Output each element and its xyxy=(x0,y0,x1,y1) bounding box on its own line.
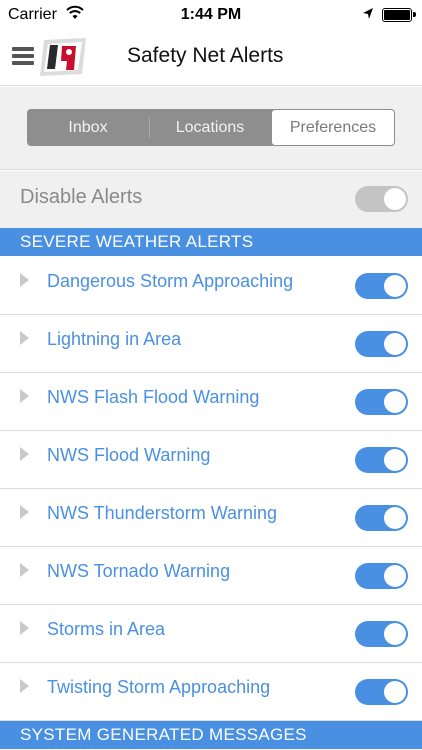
tab-inbox[interactable]: Inbox xyxy=(27,109,149,146)
status-bar: Carrier 1:44 PM xyxy=(0,0,422,30)
station-logo-icon: 19 xyxy=(38,36,86,76)
alert-toggle[interactable] xyxy=(355,563,408,589)
location-arrow-icon xyxy=(363,8,373,19)
tab-preferences[interactable]: Preferences xyxy=(271,109,395,146)
battery-icon xyxy=(382,8,416,22)
segmented-control-area: Inbox Locations Preferences xyxy=(0,87,422,170)
alert-toggle[interactable] xyxy=(355,447,408,473)
list-item[interactable]: NWS Thunderstorm Warning xyxy=(0,489,422,547)
disclosure-triangle-icon[interactable] xyxy=(20,389,29,403)
section-header-label: SEVERE WEATHER ALERTS xyxy=(20,232,254,251)
logo-text: 19 xyxy=(38,36,56,40)
list-item[interactable]: NWS Flood Warning xyxy=(0,431,422,489)
alert-toggle[interactable] xyxy=(355,505,408,531)
disclosure-triangle-icon[interactable] xyxy=(20,563,29,577)
disclosure-triangle-icon[interactable] xyxy=(20,331,29,345)
alert-label: Storms in Area xyxy=(47,619,166,639)
nav-bar: 19 Safety Net Alerts xyxy=(0,30,422,86)
disclosure-triangle-icon[interactable] xyxy=(20,273,29,287)
disable-alerts-row: Disable Alerts xyxy=(0,171,422,228)
alert-label: NWS Thunderstorm Warning xyxy=(47,503,278,523)
segmented-control: Inbox Locations Preferences xyxy=(27,109,395,146)
list-item[interactable]: Lightning in Area xyxy=(0,315,422,373)
hamburger-menu-icon[interactable] xyxy=(12,47,34,67)
disclosure-triangle-icon[interactable] xyxy=(20,679,29,693)
alert-toggle[interactable] xyxy=(355,679,408,705)
alert-toggle[interactable] xyxy=(355,389,408,415)
disclosure-triangle-icon[interactable] xyxy=(20,447,29,461)
disclosure-triangle-icon[interactable] xyxy=(20,621,29,635)
alert-toggle[interactable] xyxy=(355,331,408,357)
list-item[interactable]: Twisting Storm Approaching xyxy=(0,663,422,721)
alert-label: NWS Flood Warning xyxy=(47,445,211,465)
list-item[interactable]: NWS Flash Flood Warning xyxy=(0,373,422,431)
alert-label: Dangerous Storm Approaching xyxy=(47,271,294,291)
list-item[interactable]: Dangerous Storm Approaching xyxy=(0,257,422,315)
disclosure-triangle-icon[interactable] xyxy=(20,505,29,519)
alert-label: Lightning in Area xyxy=(47,329,182,349)
tab-locations[interactable]: Locations xyxy=(149,109,271,146)
section-header-severe: SEVERE WEATHER ALERTS xyxy=(0,228,422,256)
alert-list: Dangerous Storm Approaching Lightning in… xyxy=(0,257,422,721)
section-header-label: SYSTEM GENERATED MESSAGES xyxy=(20,725,307,744)
alert-toggle[interactable] xyxy=(355,273,408,299)
disable-alerts-toggle[interactable] xyxy=(355,186,408,212)
section-header-system: SYSTEM GENERATED MESSAGES xyxy=(0,721,422,749)
disable-alerts-label: Disable Alerts xyxy=(20,186,143,208)
list-item[interactable]: NWS Tornado Warning xyxy=(0,547,422,605)
page-title: Safety Net Alerts xyxy=(127,44,284,67)
alert-toggle[interactable] xyxy=(355,621,408,647)
list-item[interactable]: Storms in Area xyxy=(0,605,422,663)
alert-label: Twisting Storm Approaching xyxy=(47,677,271,697)
status-time: 1:44 PM xyxy=(180,6,242,23)
alert-label: NWS Flash Flood Warning xyxy=(47,387,260,407)
alert-label: NWS Tornado Warning xyxy=(47,561,231,581)
